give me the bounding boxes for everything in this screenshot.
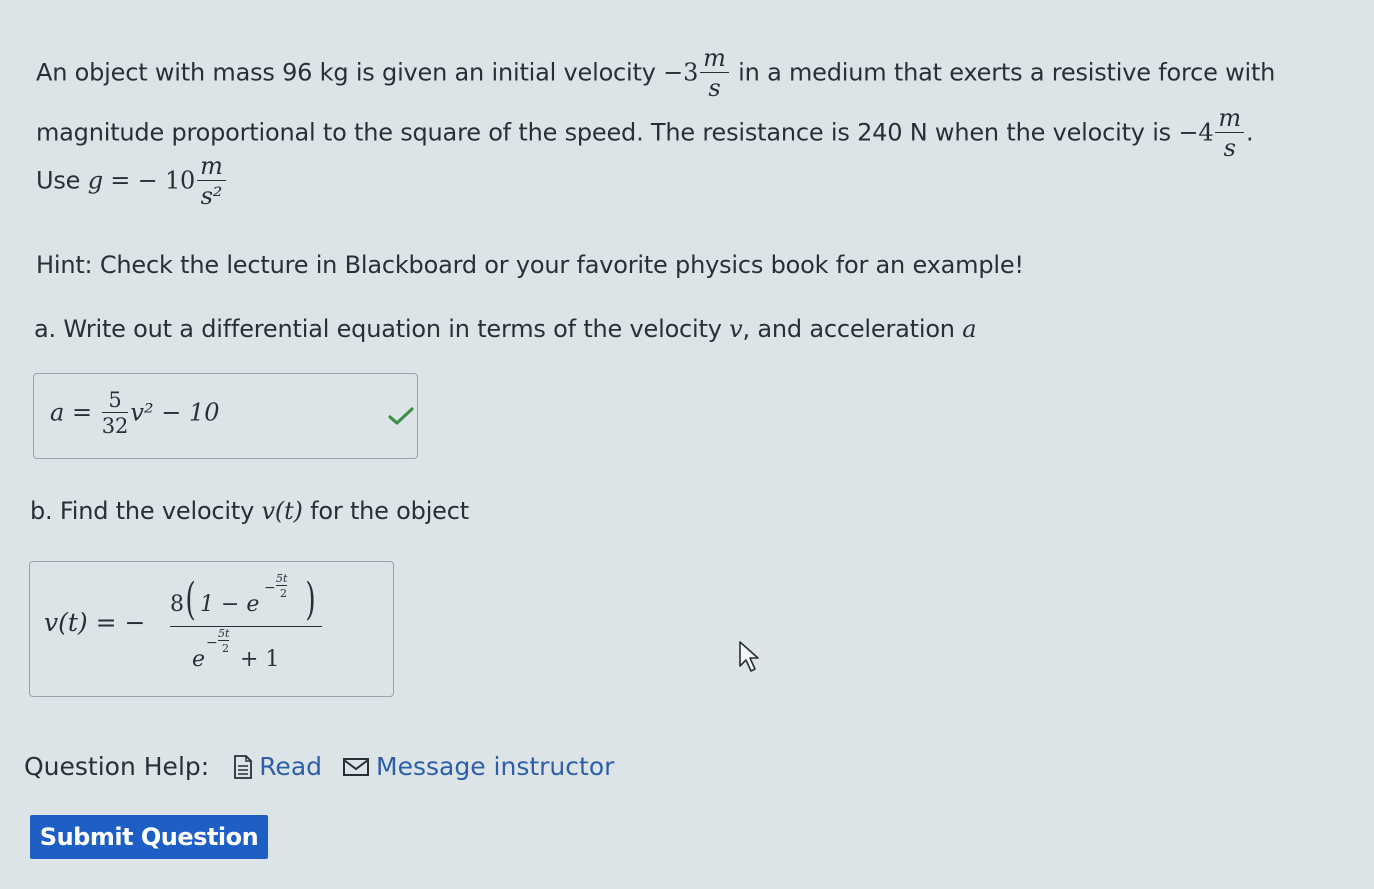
checkmark-icon [388,407,414,425]
var-a: a [962,315,977,343]
answer-a-denominator: 32 [101,414,129,438]
part-a-text: a. Write out a differential equation in … [34,315,722,343]
problem-text-1: An object with mass 96 kg is given an in… [36,58,656,87]
answer-a-fraction: 5 32 [101,388,129,439]
read-link[interactable]: Read [233,752,322,781]
part-a-answer-box[interactable]: a = 5 32 v² − 10 [33,373,418,459]
answer-b-denominator: e − 5t 2 + 1 [170,627,322,677]
part-a-answer: a = 5 32 v² − 10 [50,388,220,439]
part-b-text: b. Find the velocity [30,497,255,525]
problem-text-2: magnitude proportional to the square of … [36,118,1171,147]
num-exp-numerator: 5t [276,572,288,586]
document-icon [234,754,253,779]
question-help-label: Question Help: [24,752,210,781]
submit-question-button[interactable]: Submit Question [30,815,268,859]
g-unit-denominator: s² [200,182,223,210]
part-a-prompt: a. Write out a differential equation in … [34,314,977,344]
message-instructor-link[interactable]: Message instructor [342,752,614,781]
g-unit-fraction: m s² [197,152,226,211]
unit-numerator-2: m [1215,104,1244,133]
answer-a-lhs: a = [50,398,93,427]
problem-line-3: Use g = − 10 m s² [36,152,228,211]
reference-velocity-value: −4 [1178,118,1214,147]
mouse-cursor-icon [739,641,759,672]
answer-a-rest: v² − 10 [130,398,220,427]
var-vt: v(t) [261,497,303,525]
den-exp-numerator: 5t [218,627,230,641]
num-exp-sign: − [264,580,276,596]
den-tail: + 1 [240,647,280,672]
den-exp-denominator: 2 [222,642,229,655]
close-paren: ) [305,574,316,625]
read-label: Read [259,752,323,781]
use-label: Use [36,166,81,195]
den-exp-sign: − [206,635,218,651]
unit-denominator-2: s [1223,134,1236,162]
answer-b-numerator: 8 ( 1 − e − 5t 2 ) [170,570,322,626]
problem-line-1: An object with mass 96 kg is given an in… [36,44,1275,103]
num-inner: 1 − e [200,592,260,617]
question-page: An object with mass 96 kg is given an in… [0,0,1374,889]
question-help-row: Question Help: Read Message instructor [24,752,614,781]
unit-numerator: m [700,44,729,73]
period: . [1245,118,1254,147]
problem-text-1b: in a medium that exerts a resistive forc… [738,58,1276,87]
den-base: e [192,647,206,672]
initial-velocity-value: −3 [663,58,699,87]
part-b-text-suffix: for the object [310,497,469,525]
unit-fraction: ms [700,44,729,103]
num-exp-denominator: 2 [280,587,287,600]
unit-denominator: s [708,74,721,102]
message-instructor-label: Message instructor [376,752,615,781]
part-b-prompt: b. Find the velocity v(t) for the object [30,496,469,526]
var-v: v [729,315,743,343]
answer-b-lhs: v(t) = − [44,608,146,637]
g-value: − 10 [137,166,196,195]
open-paren: ( [185,574,196,625]
part-a-text-mid: , and acceleration [742,315,955,343]
unit-fraction-2: ms [1215,104,1244,163]
envelope-icon [343,757,370,776]
hint-text: Hint: Check the lecture in Blackboard or… [36,251,1024,279]
g-unit-numerator: m [197,152,226,181]
num-coef: 8 [170,592,184,617]
answer-a-numerator: 5 [101,388,129,413]
g-lhs: g = [87,166,131,195]
part-b-answer-box[interactable]: v(t) = − 8 ( 1 − e − 5t 2 ) e − 5t 2 + 1 [29,561,394,697]
answer-b-fraction: 8 ( 1 − e − 5t 2 ) e − 5t 2 + 1 [170,570,322,677]
